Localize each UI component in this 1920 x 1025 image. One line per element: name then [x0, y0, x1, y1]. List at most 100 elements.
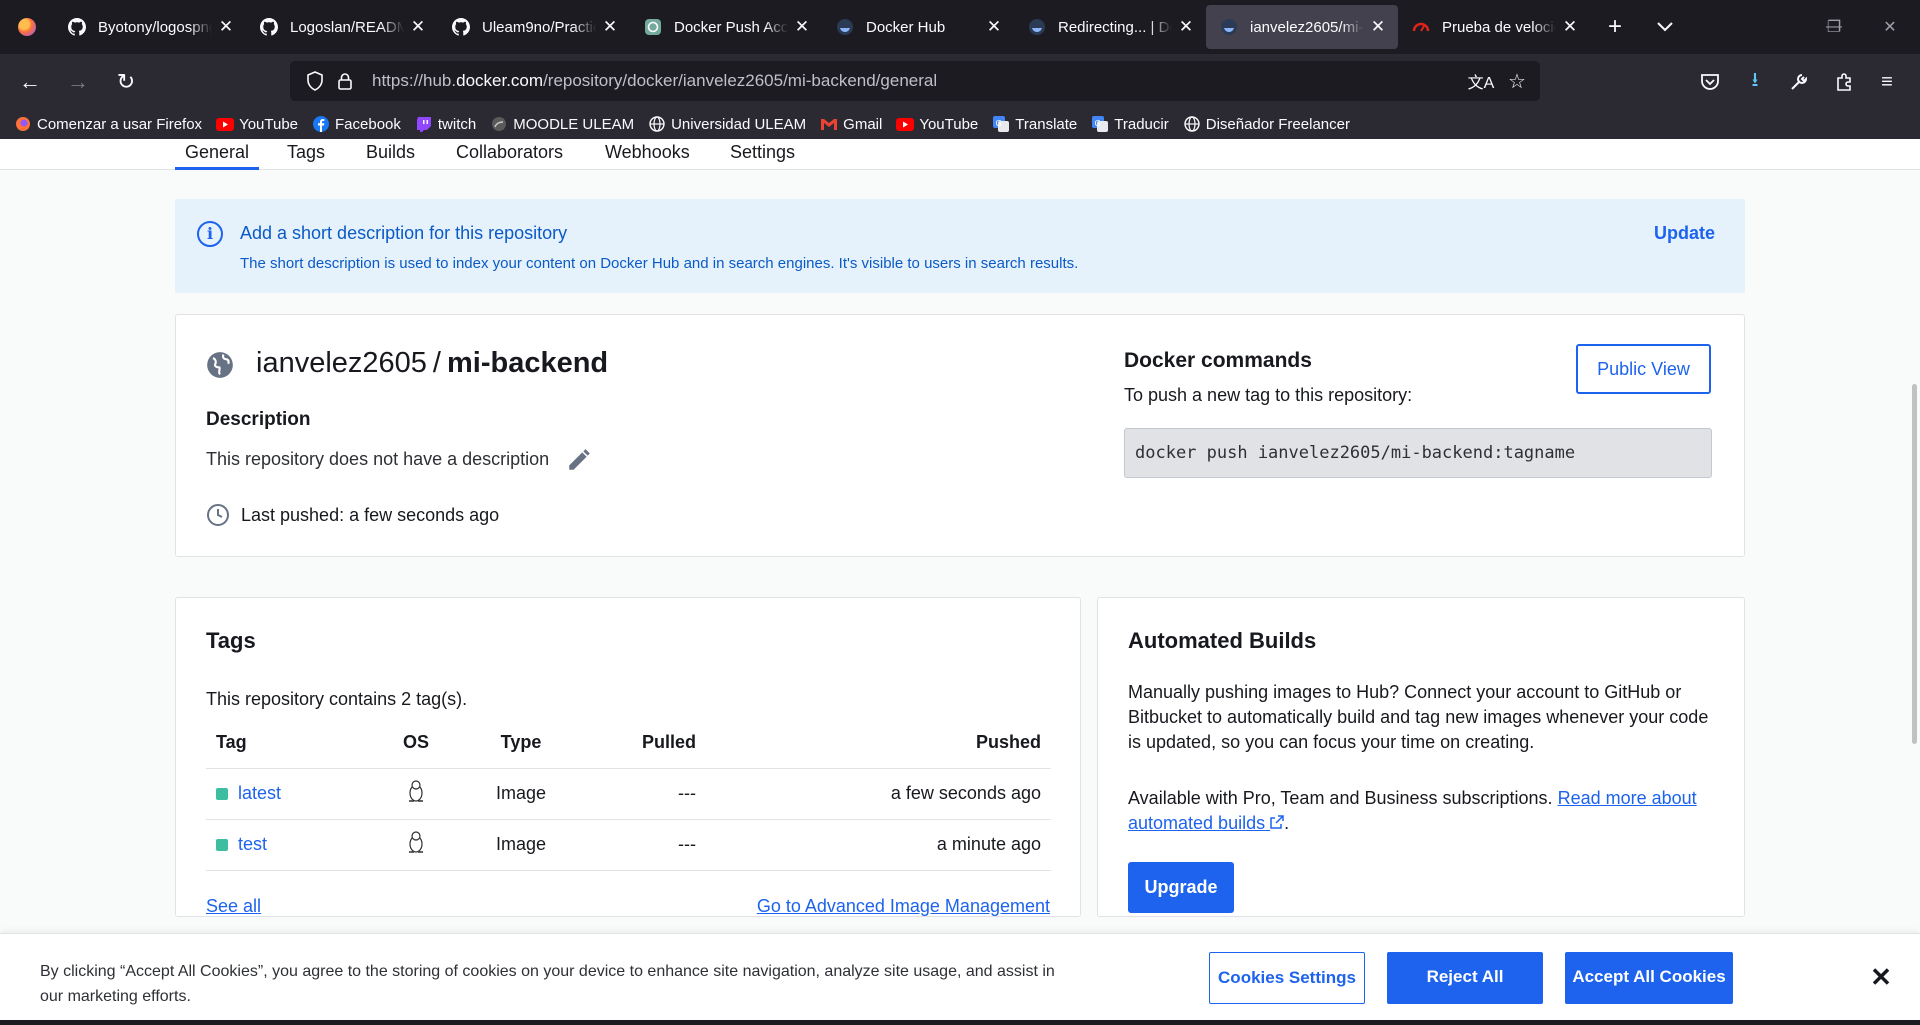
- tab-close-icon[interactable]: ✕: [600, 17, 620, 37]
- bookmark-item[interactable]: Diseñador Freelancer: [1183, 115, 1350, 133]
- docker-icon: [836, 18, 854, 36]
- bookmark-item[interactable]: Facebook: [312, 115, 401, 133]
- see-all-link[interactable]: See all: [206, 896, 261, 917]
- tab-close-icon[interactable]: ✕: [1368, 17, 1388, 37]
- tab-collaborators[interactable]: Collaborators: [456, 139, 563, 170]
- tag-link[interactable]: latest: [238, 783, 281, 803]
- bookmark-item[interactable]: YouTube: [216, 115, 298, 133]
- facebook-icon: [312, 115, 330, 133]
- tag-cell: latest: [206, 768, 376, 820]
- close-window-icon[interactable]: ✕: [1862, 0, 1918, 54]
- column-header-type: Type: [456, 718, 586, 769]
- restore-icon[interactable]: ❐: [1806, 0, 1862, 54]
- tab-redirecting[interactable]: Redirecting... | Do ✕: [1014, 5, 1206, 49]
- tab-close-icon[interactable]: ✕: [792, 17, 812, 37]
- lock-icon[interactable]: [330, 66, 360, 96]
- edit-pencil-icon[interactable]: [566, 447, 592, 473]
- table-row: latest Image --- a few seconds ago: [206, 768, 1051, 820]
- tags-title: Tags: [206, 628, 256, 653]
- type-cell: Image: [456, 768, 586, 820]
- automated-builds-title: Automated Builds: [1128, 628, 1317, 653]
- tab-close-icon[interactable]: ✕: [1560, 17, 1580, 37]
- tab-prueba-velocidad[interactable]: Prueba de velocid ✕: [1398, 5, 1590, 49]
- tab-label: Prueba de velocid: [1442, 18, 1556, 36]
- tab-docker-push[interactable]: Docker Push Acce ✕: [630, 5, 822, 49]
- docker-commands-subtitle: To push a new tag to this repository:: [1124, 385, 1413, 405]
- new-tab-icon[interactable]: +: [1590, 5, 1640, 49]
- forward-icon[interactable]: →: [60, 64, 96, 100]
- tab-close-icon[interactable]: ✕: [408, 17, 428, 37]
- tab-close-icon[interactable]: ✕: [1176, 17, 1196, 37]
- bookmark-item[interactable]: Universidad ULEAM: [648, 115, 806, 133]
- bookmark-item[interactable]: Gmail: [820, 115, 882, 133]
- url-bar[interactable]: https://hub.docker.com/repository/docker…: [290, 61, 1540, 101]
- tab-docker-hub[interactable]: Docker Hub ✕: [822, 5, 1014, 49]
- accept-all-cookies-button[interactable]: Accept All Cookies: [1565, 952, 1733, 1004]
- bookmark-label: Translate: [1015, 115, 1078, 133]
- description-text: This repository does not have a descript…: [206, 449, 550, 469]
- bookmark-item[interactable]: YouTube: [896, 115, 978, 133]
- translate-icon[interactable]: 文A: [1466, 66, 1496, 96]
- repo-namespace[interactable]: ianvelez2605: [256, 347, 427, 379]
- tab-uleam9no-practic[interactable]: Uleam9no/Practic ✕: [438, 5, 630, 49]
- page-scrollbar[interactable]: [1912, 384, 1917, 744]
- tab-close-icon[interactable]: ✕: [216, 17, 236, 37]
- tab-byotony-logospng[interactable]: Byotony/logospng ✕: [54, 5, 246, 49]
- info-icon: i: [197, 221, 223, 247]
- upgrade-button[interactable]: Upgrade: [1128, 862, 1234, 913]
- bookmark-item[interactable]: Comenzar a usar Firefox: [14, 115, 202, 133]
- extensions-icon[interactable]: [1829, 67, 1859, 97]
- os-cell: [376, 819, 456, 871]
- bookmark-item[interactable]: G Traducir: [1091, 115, 1169, 133]
- last-pushed-text: Last pushed: a few seconds ago: [241, 505, 500, 525]
- bookmark-item[interactable]: G Translate: [992, 115, 1077, 133]
- bookmark-star-icon[interactable]: ☆: [1502, 66, 1532, 96]
- bookmarks-bar: Comenzar a usar Firefox YouTube Facebook…: [0, 109, 1920, 139]
- os-cell: [376, 768, 456, 820]
- list-tabs-icon[interactable]: [1640, 5, 1690, 49]
- svg-text:G: G: [996, 119, 1002, 128]
- docker-icon: [1028, 18, 1046, 36]
- tab-general[interactable]: General: [175, 139, 260, 170]
- firefox-menu-icon[interactable]: [0, 0, 54, 54]
- tag-cell: test: [206, 819, 376, 871]
- advanced-image-management-link[interactable]: Go to Advanced Image Management: [757, 896, 1050, 917]
- hamburger-menu-icon[interactable]: ≡: [1872, 67, 1902, 97]
- pocket-icon[interactable]: [1695, 67, 1725, 97]
- back-icon[interactable]: ←: [12, 64, 48, 100]
- wrench-icon[interactable]: [1784, 67, 1814, 97]
- update-link[interactable]: Update: [1654, 223, 1715, 244]
- reject-all-button[interactable]: Reject All: [1387, 952, 1543, 1004]
- notice-subtitle: The short description is used to index y…: [240, 255, 1079, 272]
- download-icon[interactable]: ⭳: [1740, 67, 1770, 97]
- gmail-icon: [820, 115, 838, 133]
- bookmark-item[interactable]: twitch: [415, 115, 476, 133]
- tab-mi-backend[interactable]: ianvelez2605/mi-b ✕: [1206, 5, 1398, 49]
- docker-icon: [1220, 18, 1238, 36]
- tab-logoslan-readme[interactable]: Logoslan/README ✕: [246, 5, 438, 49]
- shield-icon[interactable]: [300, 66, 330, 96]
- bookmark-label: Traducir: [1114, 115, 1169, 133]
- tab-label: Byotony/logospng: [98, 18, 212, 36]
- tag-link[interactable]: test: [238, 834, 267, 854]
- cookies-settings-button[interactable]: Cookies Settings: [1209, 952, 1365, 1004]
- close-icon[interactable]: ✕: [1868, 964, 1894, 990]
- docker-push-command[interactable]: docker push ianvelez2605/mi-backend:tagn…: [1124, 428, 1712, 478]
- url-text[interactable]: https://hub.docker.com/repository/docker…: [372, 71, 937, 91]
- tab-close-icon[interactable]: ✕: [984, 17, 1004, 37]
- speedtest-icon: [1412, 18, 1430, 36]
- reload-icon[interactable]: ↻: [108, 64, 144, 100]
- tab-webhooks[interactable]: Webhooks: [605, 139, 690, 170]
- repository-card: ianvelez2605/mi-backend Description This…: [175, 314, 1745, 557]
- tab-tags[interactable]: Tags: [287, 139, 325, 170]
- globe-icon: [648, 115, 666, 133]
- description-heading: Description: [206, 409, 311, 430]
- tab-settings[interactable]: Settings: [730, 139, 795, 170]
- public-view-button[interactable]: Public View: [1576, 344, 1711, 394]
- bookmark-label: Gmail: [843, 115, 883, 133]
- tab-label: Logoslan/README: [290, 18, 404, 36]
- globe-icon: [1183, 115, 1201, 133]
- tab-builds[interactable]: Builds: [366, 139, 415, 170]
- bookmark-item[interactable]: MOODLE ULEAM: [490, 115, 634, 133]
- bookmark-label: Facebook: [335, 115, 401, 133]
